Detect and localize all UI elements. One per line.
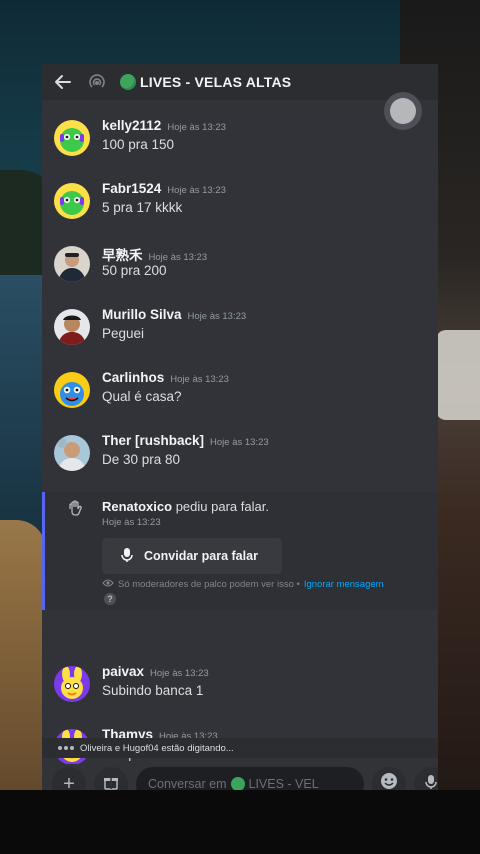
timestamp: Hoje às 13:23 (102, 517, 161, 528)
plus-icon: + (63, 772, 75, 791)
message-text: Subindo banca 1 (102, 683, 204, 698)
typing-indicator: Oliveira e Hugof04 estão digitando... (42, 738, 438, 758)
green-circle-icon (120, 74, 136, 90)
discord-stage-chat-window: LIVES - VELAS ALTAS kelly2112 Hoje às 13:… (42, 64, 438, 790)
message-text: Qual é casa? (102, 389, 182, 404)
photo-avatar[interactable] (54, 309, 90, 345)
message-text: De 30 pra 80 (102, 452, 181, 467)
emoji-button[interactable] (372, 767, 406, 790)
microphone-icon (424, 773, 438, 791)
message-text: 100 pra 150 (102, 137, 175, 152)
stage-channel-icon (88, 73, 106, 91)
ignore-message-link[interactable]: Ignorar mensagem (304, 579, 384, 590)
message-text: Peguei (102, 326, 145, 341)
green-alien-avatar[interactable] (54, 183, 90, 219)
message-input[interactable]: Conversar em LIVES - VEL (136, 767, 364, 790)
photo-avatar[interactable] (54, 435, 90, 471)
floating-voice-button[interactable] (384, 92, 422, 130)
help-icon[interactable]: ? (104, 593, 116, 605)
voice-message-button[interactable] (414, 767, 438, 790)
green-circle-icon (230, 777, 245, 790)
eye-icon (102, 578, 114, 591)
username[interactable]: kelly2112 Hoje às 13:23 (102, 118, 226, 133)
moderator-only-notice: Só moderadores de palco podem ver isso •… (102, 578, 384, 591)
photo-avatar[interactable] (54, 246, 90, 282)
timestamp: Hoje às 13:23 (150, 668, 209, 679)
invite-to-speak-button[interactable]: Convidar para falar (102, 538, 282, 574)
timestamp: Hoje às 13:23 (167, 185, 226, 196)
username[interactable]: Murillo Silva Hoje às 13:23 (102, 307, 246, 322)
microphone-icon (120, 547, 134, 566)
emoji-icon (380, 772, 398, 790)
username[interactable]: Fabr1524 Hoje às 13:23 (102, 181, 226, 196)
message-text: 50 pra 200 (102, 263, 167, 278)
username[interactable]: paivax Hoje às 13:23 (102, 664, 209, 679)
add-attachment-button[interactable]: + (52, 767, 86, 790)
timestamp: Hoje às 13:23 (187, 311, 247, 322)
gift-button[interactable] (94, 767, 128, 790)
message-composer: + Conversar em LIVES - VEL (42, 764, 438, 790)
typing-dots-icon (58, 746, 74, 750)
request-to-speak-notice: Renatoxico pediu para falar. Hoje às 13:… (42, 492, 438, 610)
green-alien-avatar[interactable] (54, 120, 90, 156)
request-text: Renatoxico pediu para falar. (102, 499, 269, 514)
arrow-left-icon[interactable] (52, 71, 74, 93)
channel-header: LIVES - VELAS ALTAS (42, 64, 438, 100)
timestamp: Hoje às 13:23 (210, 437, 269, 448)
username[interactable]: Carlinhos Hoje às 13:23 (102, 370, 229, 385)
invite-label: Convidar para falar (144, 549, 258, 563)
channel-name: LIVES - VELAS ALTAS (140, 74, 292, 90)
typing-text: Oliveira e Hugof04 estão digitando... (80, 742, 234, 754)
timestamp: Hoje às 13:23 (148, 252, 208, 263)
timestamp: Hoje às 13:23 (167, 122, 226, 133)
gift-icon (103, 773, 119, 791)
bunny-avatar[interactable] (54, 666, 90, 702)
blue-creature-avatar[interactable] (54, 372, 90, 408)
channel-title[interactable]: LIVES - VELAS ALTAS (120, 74, 291, 90)
timestamp: Hoje às 13:23 (170, 374, 229, 385)
raised-hand-icon (67, 500, 83, 516)
message-text: 5 pra 17 kkkk (102, 200, 183, 215)
username[interactable]: Ther [rushback] Hoje às 13:23 (102, 433, 269, 448)
requester-name[interactable]: Renatoxico (102, 499, 172, 514)
username[interactable]: 早熟禾 Hoje às 13:23 (102, 244, 207, 264)
